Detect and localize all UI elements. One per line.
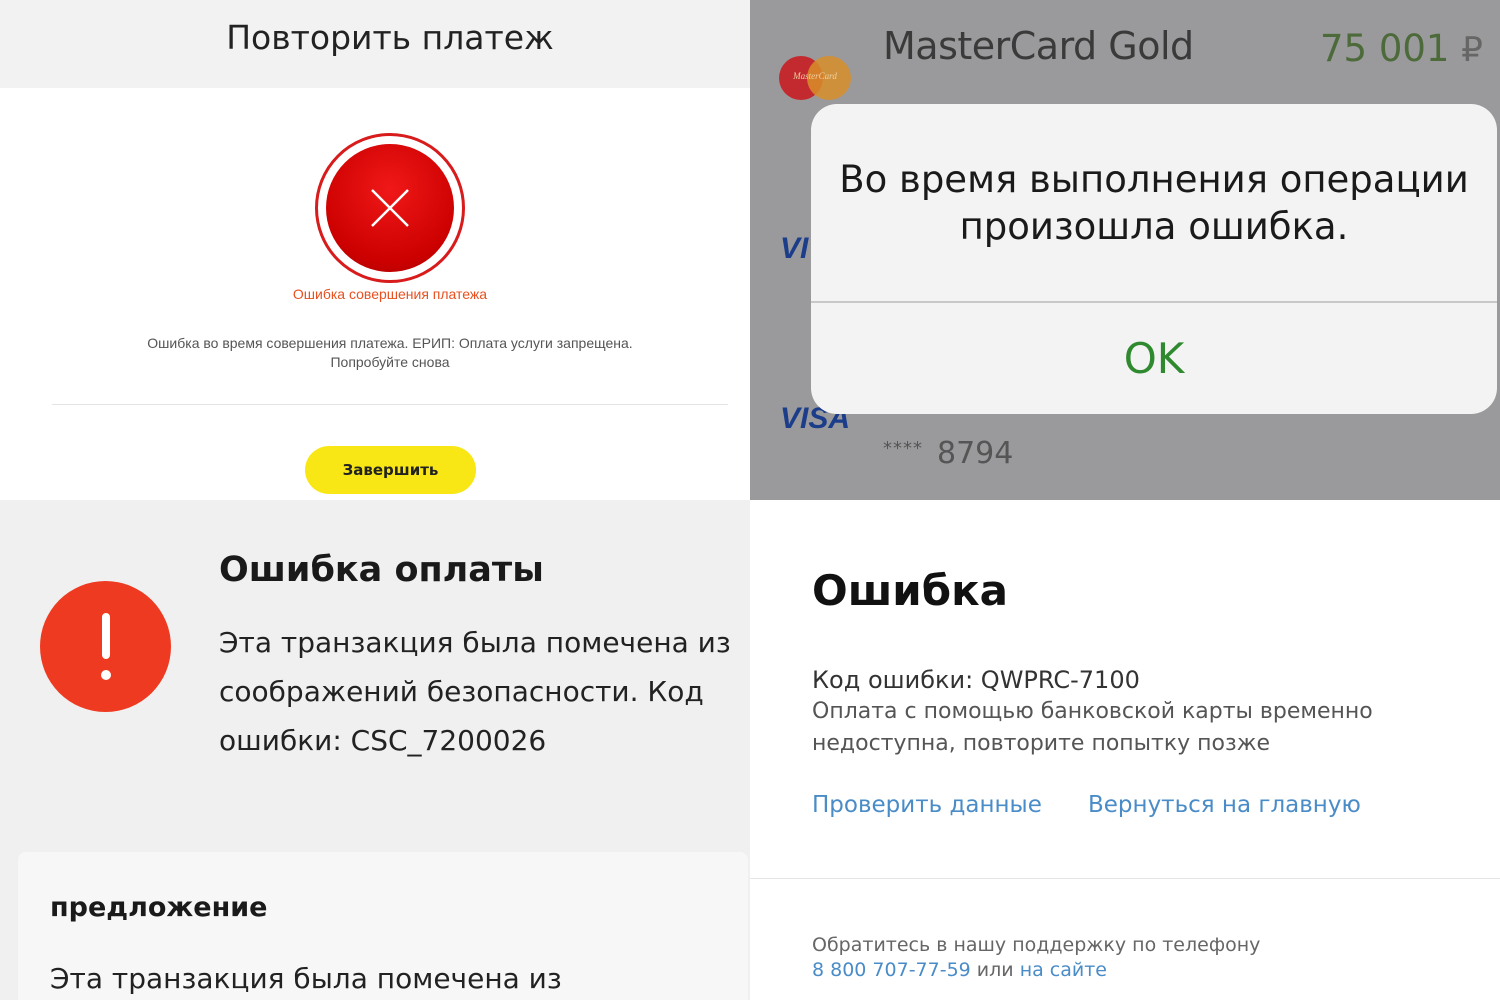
header-bar: Повторить платеж (0, 0, 750, 88)
card-mask: **** (883, 438, 923, 459)
card-balance: 75 001 ₽ (1320, 27, 1483, 70)
support-or-text: или (970, 959, 1020, 981)
finish-button[interactable]: Завершить (305, 446, 476, 494)
payment-retry-screen: Повторить платеж Ошибка совершения плате… (0, 0, 750, 500)
exclamation-icon (40, 581, 171, 712)
visa-logo-icon: VI (780, 232, 809, 265)
error-status-icon (315, 133, 465, 283)
mastercard-logo-icon: MasterCard (779, 56, 851, 100)
page-title: Повторить платеж (226, 18, 554, 57)
alert-message-line: произошла ошибка. (959, 205, 1349, 248)
close-icon (371, 189, 409, 227)
error-alert-dialog: Во время выполнения операции произошла о… (811, 104, 1497, 414)
suggestion-card: предложение Эта транзакция была помечена… (18, 852, 748, 1000)
check-data-link[interactable]: Проверить данные (812, 792, 1042, 818)
suggestion-title: предложение (50, 892, 268, 923)
payment-error-screen: Ошибка оплаты Эта транзакция была помече… (0, 500, 750, 1000)
error-title: Ошибка оплаты (219, 550, 544, 590)
error-title: Ошибка (812, 566, 1008, 615)
mastercard-logo-text: MasterCard (793, 71, 837, 81)
back-home-link[interactable]: Вернуться на главную (1088, 792, 1361, 818)
currency-symbol: ₽ (1461, 30, 1483, 70)
error-description: Ошибка во время совершения платежа. ЕРИП… (90, 334, 690, 372)
alert-message-line: Во время выполнения операции (839, 158, 1469, 201)
alert-message: Во время выполнения операции произошла о… (811, 156, 1497, 250)
error-description-line: Попробуйте снова (330, 354, 450, 370)
generic-error-screen: Ошибка Код ошибки: QWPRC-7100 Оплата с п… (750, 500, 1500, 1000)
error-description: Оплата с помощью банковской карты времен… (812, 699, 1373, 756)
error-caption: Ошибка совершения платежа (292, 286, 488, 302)
support-contacts: 8 800 707-77-59 или на сайте (812, 959, 1107, 981)
card-list-with-alert: MasterCard MasterCard Gold 75 001 ₽ VI V… (750, 0, 1500, 500)
support-site-link[interactable]: на сайте (1020, 959, 1107, 981)
error-message: Эта транзакция была помечена из соображе… (219, 626, 731, 757)
divider (750, 878, 1500, 879)
support-phone-link[interactable]: 8 800 707-77-59 (812, 959, 971, 981)
card-balance-amount: 75 001 (1320, 27, 1450, 70)
error-code: Код ошибки: QWPRC-7100 (812, 666, 1140, 694)
card-last-digits: 8794 (937, 436, 1014, 471)
divider (52, 404, 728, 405)
ok-button[interactable]: OK (811, 303, 1497, 414)
error-circle (326, 144, 454, 272)
support-text: Обратитесь в нашу поддержку по телефону (812, 934, 1261, 956)
suggestion-text: Эта транзакция была помечена из (50, 962, 562, 995)
card-name[interactable]: MasterCard Gold (883, 24, 1194, 68)
error-description-line: Ошибка во время совершения платежа. ЕРИП… (147, 335, 633, 351)
